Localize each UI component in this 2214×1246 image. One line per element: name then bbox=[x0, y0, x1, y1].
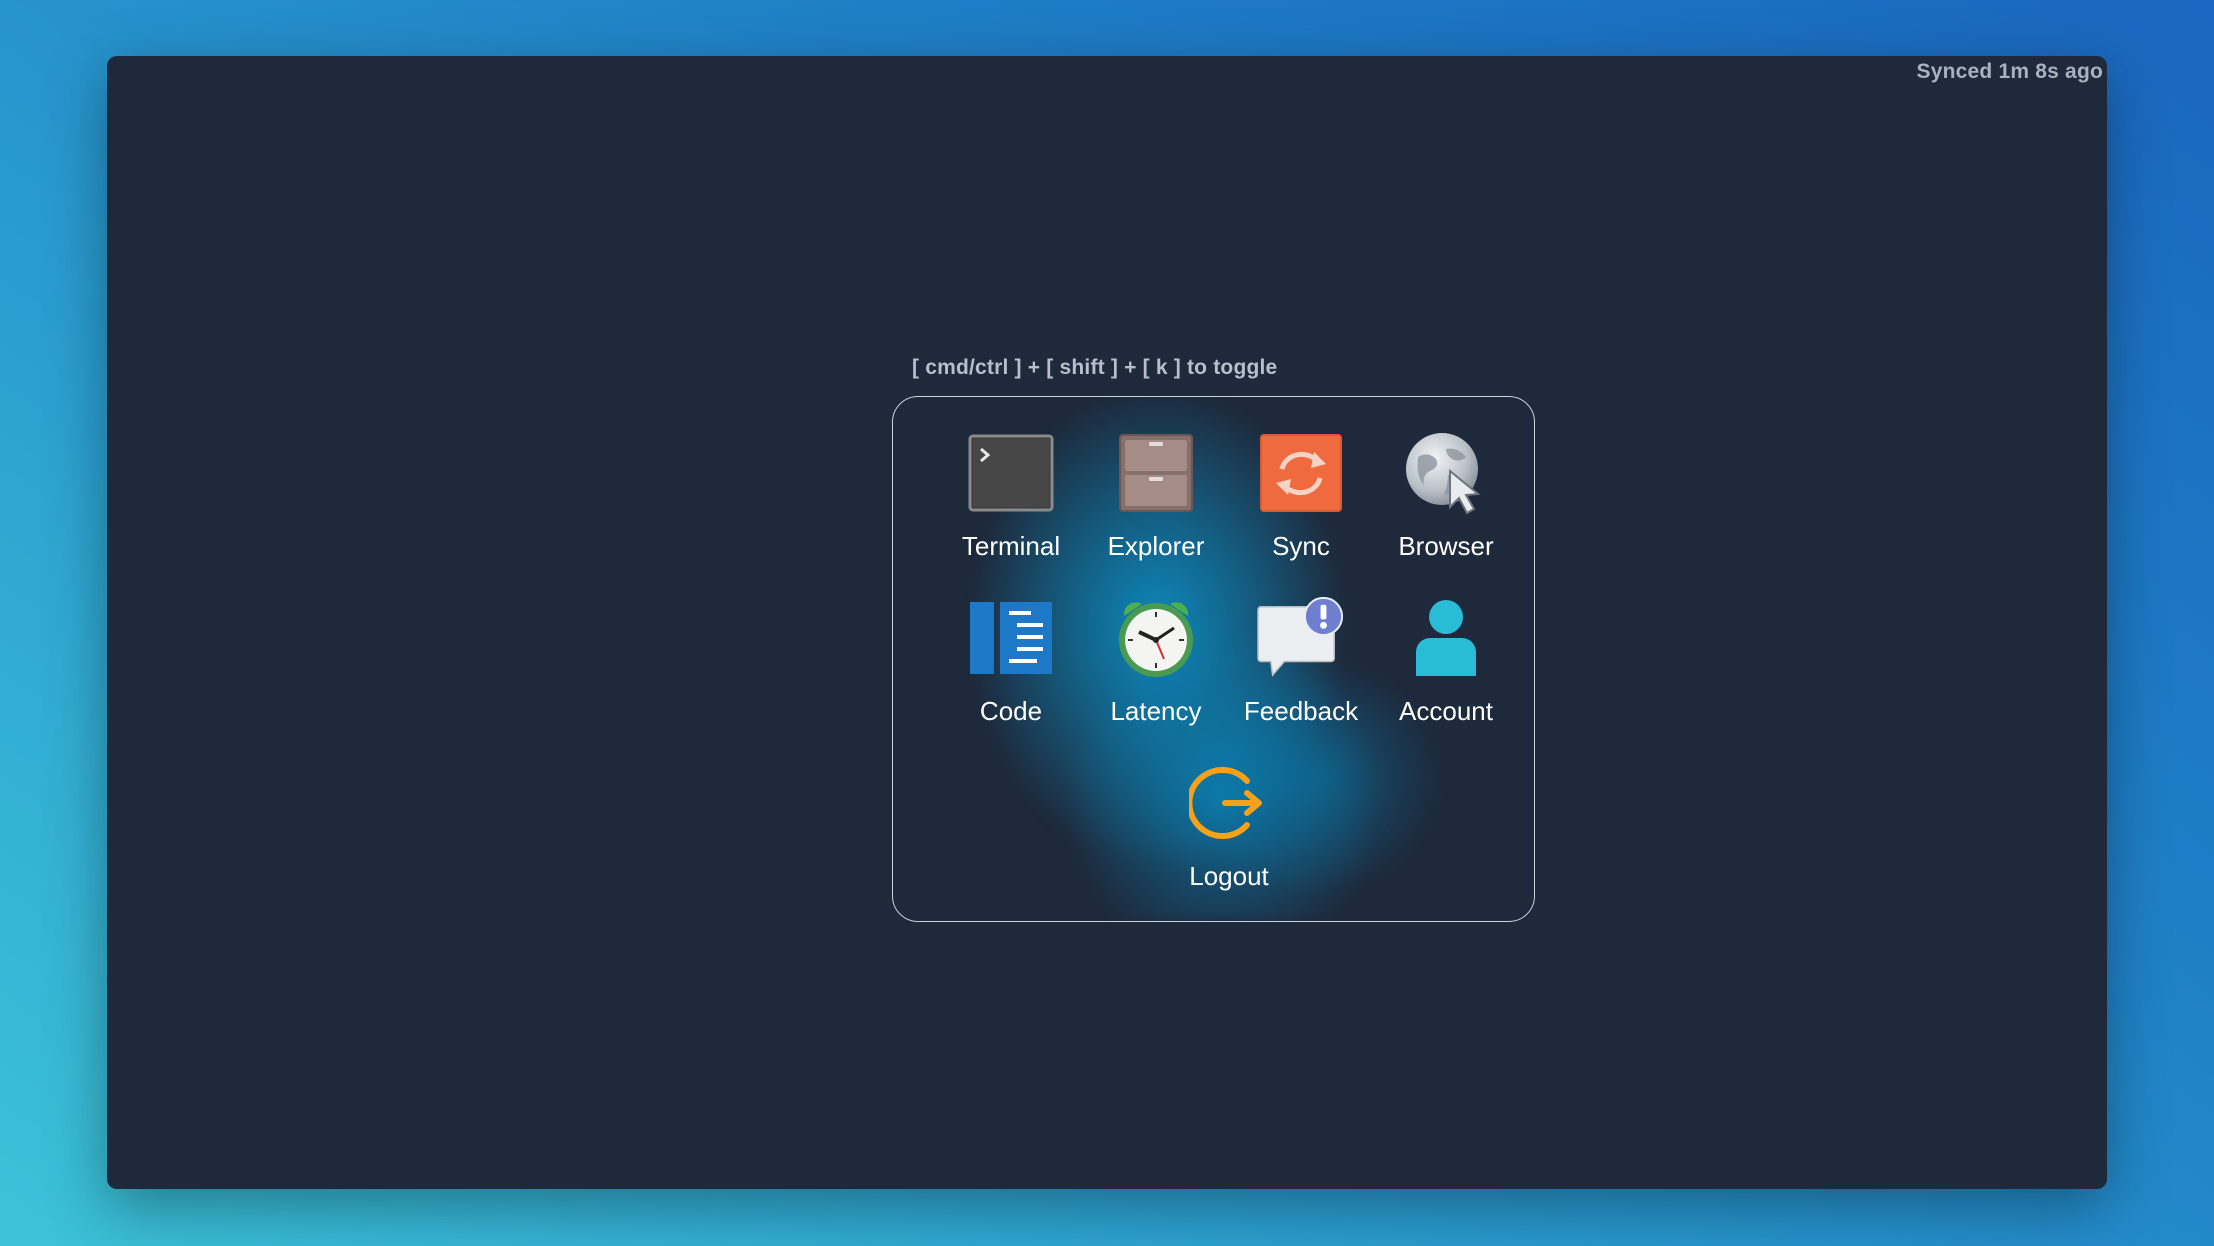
app-label: Explorer bbox=[1107, 531, 1205, 561]
app-label: Browser bbox=[1398, 531, 1494, 561]
desktop-window: Synced 1m 8s ago [ cmd/ctrl ] + [ shift … bbox=[107, 56, 2107, 1189]
code-editor-icon bbox=[967, 594, 1055, 682]
alarm-clock-icon bbox=[1112, 594, 1200, 682]
app-label: Latency bbox=[1110, 696, 1202, 726]
app-logout[interactable]: Logout bbox=[1154, 759, 1304, 909]
logout-icon bbox=[1185, 759, 1273, 847]
app-account[interactable]: Account bbox=[1371, 594, 1521, 744]
user-icon bbox=[1402, 594, 1490, 682]
app-code[interactable]: Code bbox=[936, 594, 1086, 744]
app-sync[interactable]: Sync bbox=[1226, 429, 1376, 579]
app-label: Code bbox=[979, 696, 1043, 726]
sync-status: Synced 1m 8s ago bbox=[1916, 60, 2103, 83]
globe-cursor-icon bbox=[1402, 429, 1490, 517]
feedback-bubble-icon bbox=[1257, 594, 1345, 682]
app-label: Account bbox=[1399, 696, 1493, 726]
app-label: Feedback bbox=[1243, 696, 1359, 726]
app-latency[interactable]: Latency bbox=[1081, 594, 1231, 744]
file-cabinet-icon bbox=[1112, 429, 1200, 517]
sync-icon bbox=[1257, 429, 1345, 517]
app-terminal[interactable]: Terminal bbox=[936, 429, 1086, 579]
app-browser[interactable]: Browser bbox=[1371, 429, 1521, 579]
app-label: Sync bbox=[1272, 531, 1330, 561]
app-launcher-panel: Terminal Explorer Sync Browser Code Late… bbox=[892, 396, 1535, 922]
toggle-hint: [ cmd/ctrl ] + [ shift ] + [ k ] to togg… bbox=[912, 356, 1278, 379]
app-explorer[interactable]: Explorer bbox=[1081, 429, 1231, 579]
app-grid: Terminal Explorer Sync Browser Code Late… bbox=[893, 397, 1534, 921]
app-feedback[interactable]: Feedback bbox=[1226, 594, 1376, 744]
app-label: Logout bbox=[1189, 861, 1269, 891]
terminal-icon bbox=[967, 429, 1055, 517]
app-label: Terminal bbox=[961, 531, 1061, 561]
